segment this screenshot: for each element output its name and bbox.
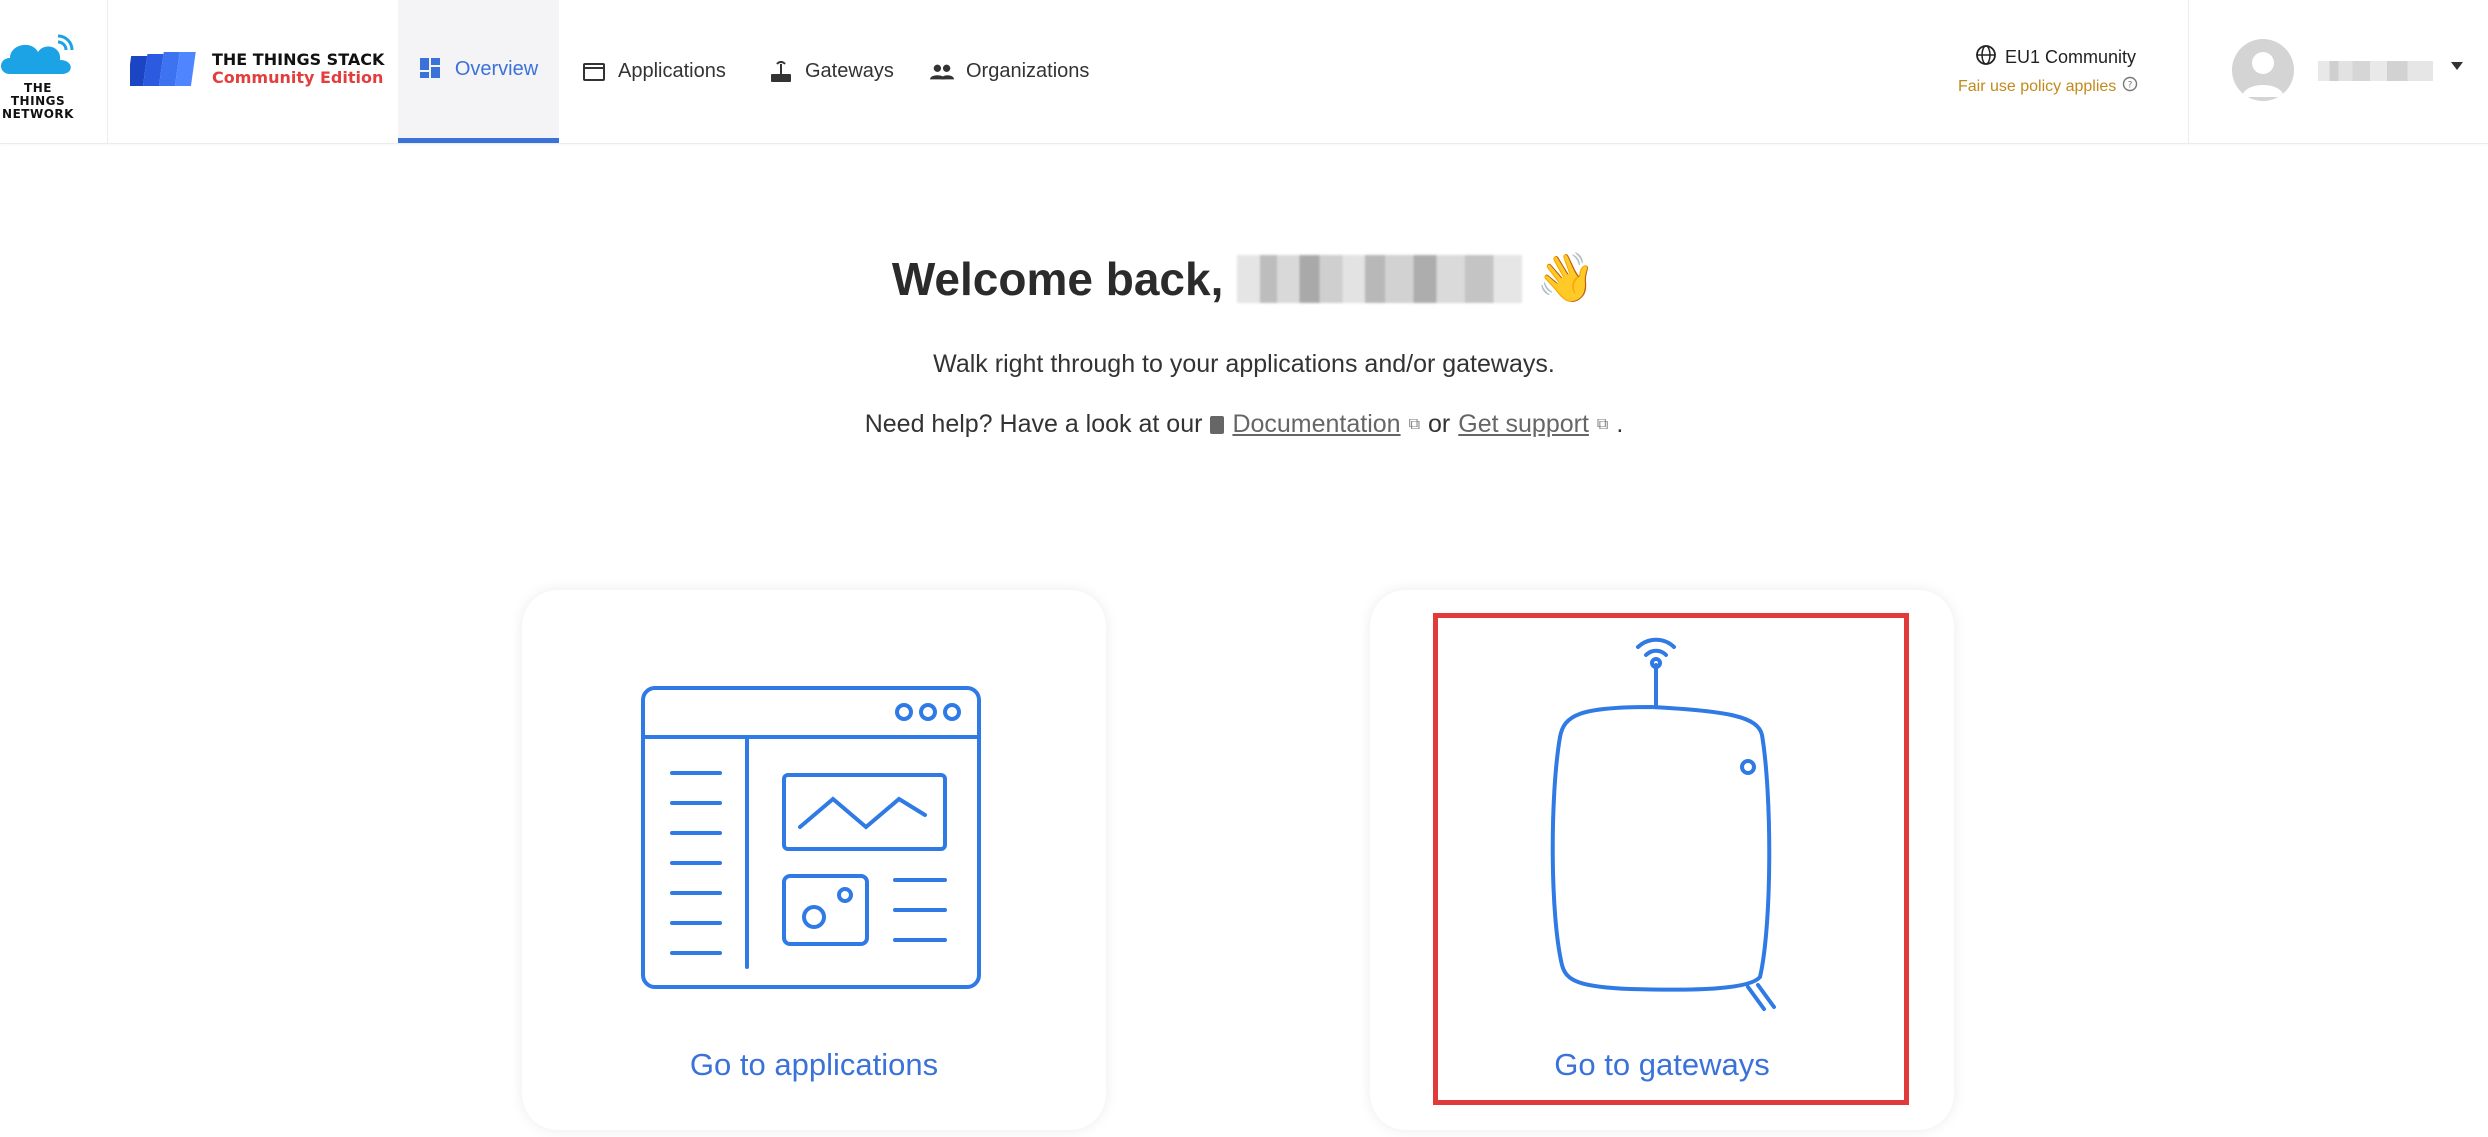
get-support-link[interactable]: Get support <box>1458 410 1589 439</box>
router-icon <box>769 60 793 84</box>
book-icon <box>1210 415 1225 434</box>
welcome-greeting: Welcome back, <box>891 253 1224 305</box>
go-to-gateways-label[interactable]: Go to gateways <box>1370 1047 1954 1083</box>
cloud-icon <box>1 34 74 74</box>
avatar[interactable] <box>2232 39 2294 101</box>
tab-gateways-label: Gateways <box>805 60 894 82</box>
stack-edition: Community Edition <box>212 68 384 87</box>
tab-applications[interactable]: Applications <box>582 0 726 143</box>
gateway-device-icon <box>1550 637 1776 1011</box>
or-text: or <box>1428 410 1451 438</box>
external-link-icon: ⧉ <box>1596 415 1609 433</box>
user-silhouette-icon <box>2242 52 2284 97</box>
go-to-applications-label[interactable]: Go to applications <box>522 1047 1106 1083</box>
tab-organizations[interactable]: Organizations <box>930 0 1089 143</box>
chevron-down-icon[interactable] <box>2451 62 2463 70</box>
go-to-gateways-card[interactable]: Go to gateways <box>1370 590 1954 1130</box>
tab-organizations-label: Organizations <box>966 60 1090 82</box>
tab-overview[interactable]: Overview <box>398 0 559 143</box>
welcome-subtitle: Walk right through to your applications … <box>933 350 1555 378</box>
go-to-applications-card[interactable]: Go to applications <box>522 590 1106 1130</box>
ttn-logo-text: THE THINGS NETWORK <box>2 81 74 121</box>
documentation-link[interactable]: Documentation <box>1232 410 1400 439</box>
username-redacted[interactable] <box>2318 61 2433 81</box>
help-circle-icon[interactable]: ? <box>2122 76 2138 97</box>
stack-title: THE THINGS STACK <box>212 50 385 69</box>
tab-overview-label: Overview <box>454 57 539 80</box>
tab-gateways[interactable]: Gateways <box>769 0 894 143</box>
ttn-logo[interactable]: THE THINGS NETWORK <box>0 0 108 143</box>
stack-cards-icon <box>130 52 196 86</box>
window-icon <box>582 60 606 84</box>
period: . <box>1616 410 1624 438</box>
waving-hand-icon: 👋 <box>1536 252 1597 305</box>
svg-text:?: ? <box>2128 81 2133 91</box>
welcome-heading: Welcome back, 👋 <box>0 252 2488 306</box>
external-link-icon: ⧉ <box>1408 415 1421 433</box>
things-stack-logo[interactable]: THE THINGS STACK Community Edition <box>130 44 390 100</box>
people-icon <box>930 60 954 84</box>
cluster-selector[interactable]: EU1 Community Fair use policy applies ? <box>1955 40 2155 110</box>
globe-icon <box>1975 44 1997 71</box>
tab-applications-label: Applications <box>618 60 726 82</box>
user-name-redacted <box>1237 255 1523 303</box>
help-line: Need help? Have a look at our Documentat… <box>0 410 2488 439</box>
cluster-name: EU1 Community <box>2005 47 2137 67</box>
application-dashboard-icon <box>641 686 981 989</box>
fair-use-policy-link[interactable]: Fair use policy applies <box>1958 78 2116 96</box>
dashboard-icon <box>419 57 443 81</box>
profile-divider <box>2188 0 2189 143</box>
top-navigation-bar: THE THINGS NETWORK THE THINGS STACK Comm… <box>0 0 2488 144</box>
help-prefix: Need help? Have a look at our <box>864 410 1203 438</box>
